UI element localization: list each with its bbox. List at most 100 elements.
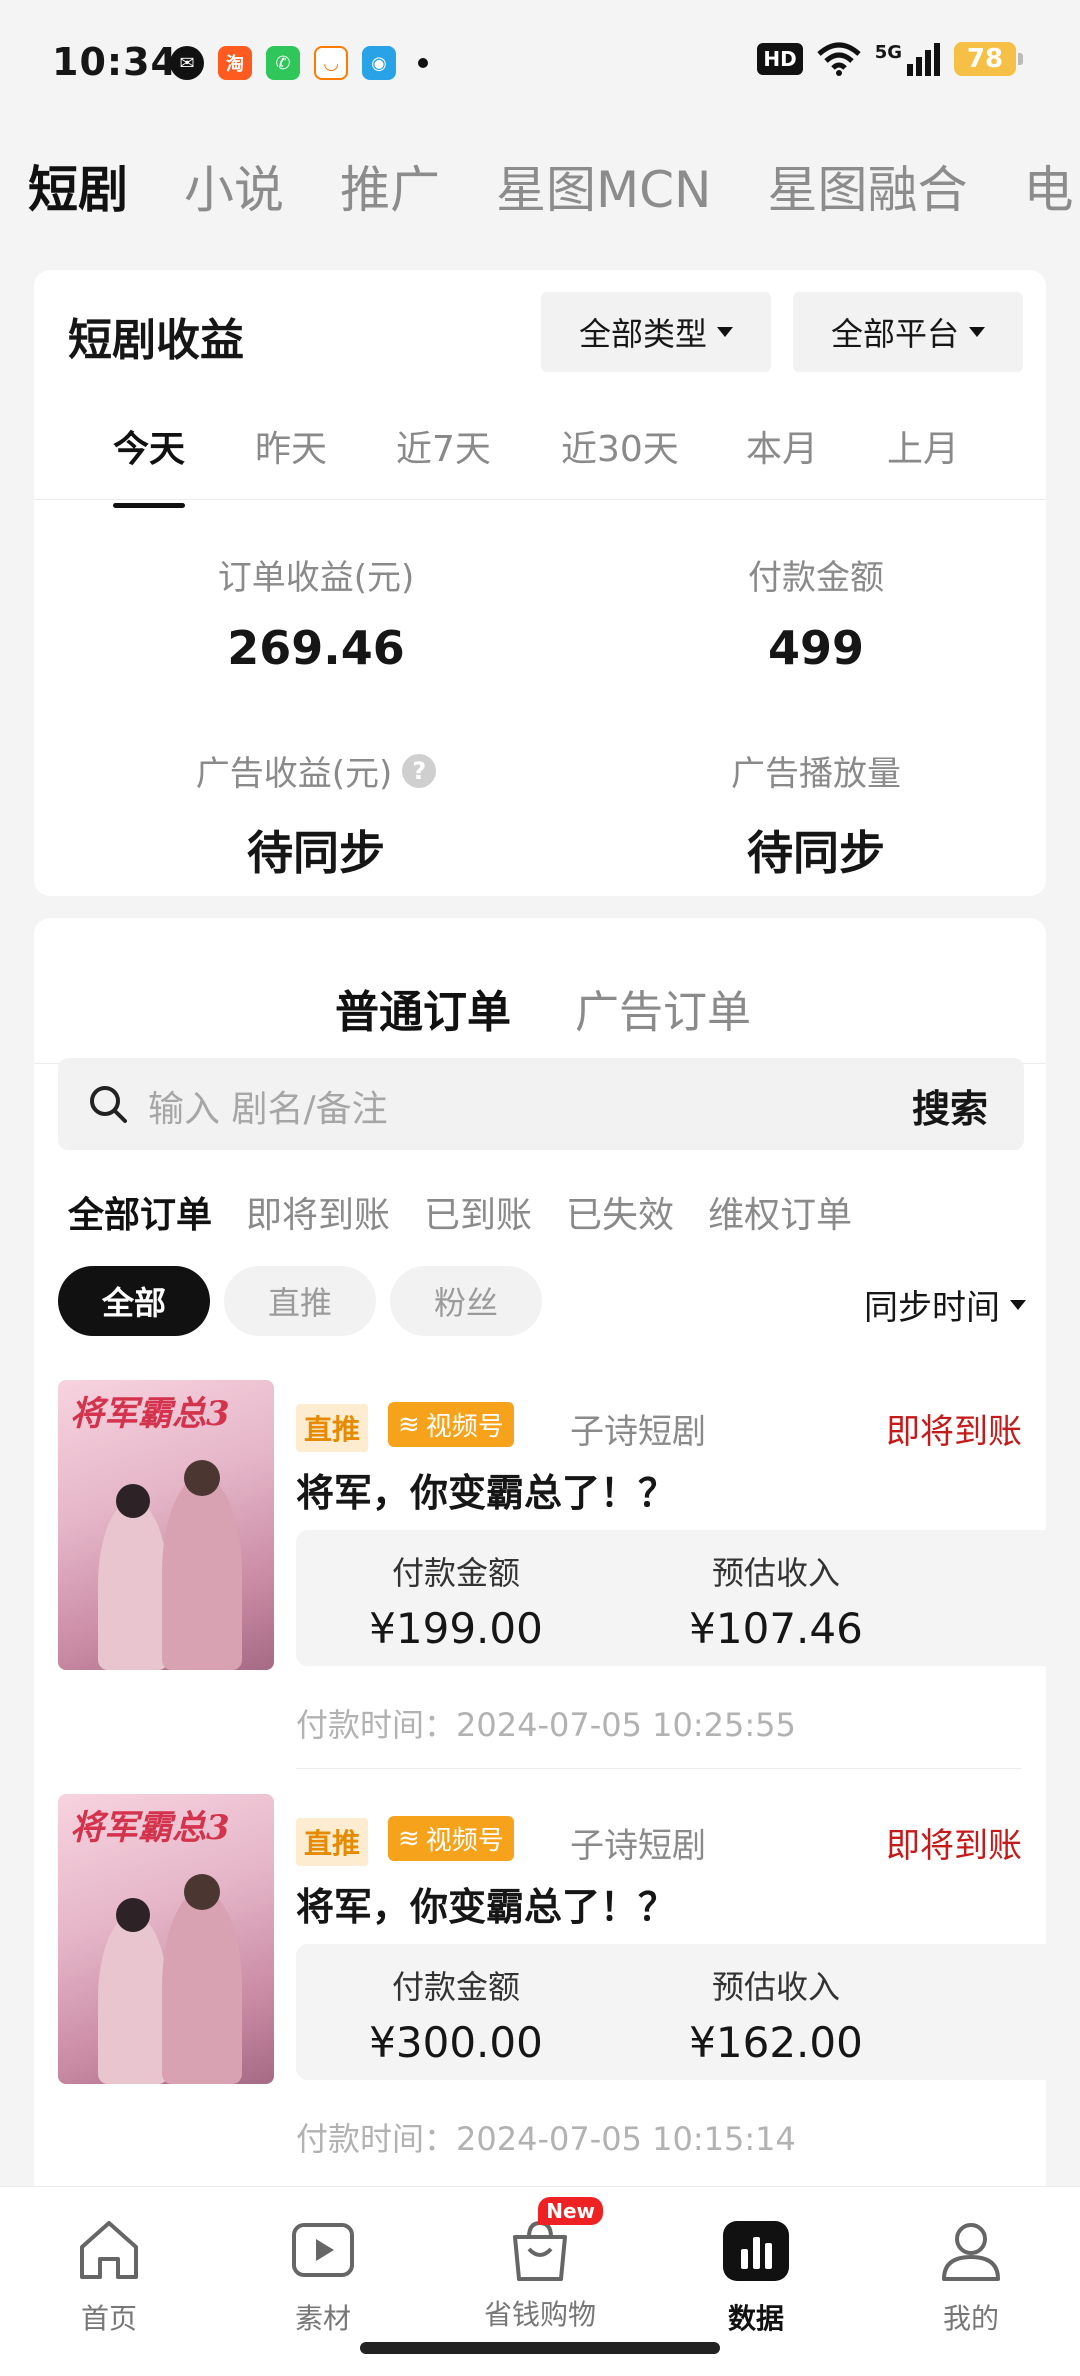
nav-home[interactable]: 首页	[34, 2215, 184, 2337]
order-state: 即将到账	[886, 1826, 1022, 1866]
tab-normal-orders[interactable]: 普通订单	[335, 976, 511, 1070]
search-icon	[90, 1086, 127, 1123]
order-income-stat: 订单收益(元) 269.46	[106, 550, 526, 675]
status-arrived[interactable]: 已到账	[424, 1186, 532, 1238]
video-channel-icon: ≋	[398, 1823, 420, 1854]
top-category-tabs: 短剧 小说 推广 星图MCN 星图融合 电	[28, 150, 1073, 222]
nav-home-label: 首页	[80, 2302, 137, 2335]
list-item[interactable]: 将军霸总3 直推 ≋ 视频号 子诗短剧 即将到账 将军，你变霸总了！？ 付款金额…	[58, 1380, 1046, 1790]
status-dispute[interactable]: 维权订单	[708, 1186, 852, 1238]
tab-promotion[interactable]: 推广	[340, 150, 440, 222]
nav-material[interactable]: 素材	[248, 2215, 398, 2337]
order-title: 将军，你变霸总了！？	[296, 1471, 677, 1515]
amount-box: 付款金额 ¥199.00 预估收入 ¥107.46	[296, 1530, 1046, 1666]
paid-amount-stat: 付款金额 499	[606, 550, 1026, 675]
status-time: 10:34	[52, 40, 178, 84]
orders-card: 普通订单 广告订单 输入 剧名/备注 搜索 全部订单 即将到账 已到账 已失效 …	[34, 918, 1046, 2198]
tab-more-truncated[interactable]: 电	[1023, 150, 1073, 222]
status-bar: 10:34 ✉ 淘 ✆ ◡ ◉ HD 5G 78	[0, 0, 1080, 130]
period-yesterday[interactable]: 昨天	[255, 420, 327, 472]
estimated-value: ¥162.00	[689, 2018, 863, 2067]
direct-badge: 直推	[296, 1404, 369, 1452]
platform-filter-label: 全部平台	[830, 315, 959, 353]
bar-chart-icon	[723, 2221, 789, 2281]
status-all-orders[interactable]: 全部订单	[68, 1186, 212, 1238]
search-bar: 输入 剧名/备注 搜索	[58, 1058, 1024, 1150]
system-status: HD 5G 78	[757, 41, 1023, 76]
order-title: 将军，你变霸总了！？	[296, 1885, 677, 1929]
drama-poster[interactable]: 将军霸总3	[58, 1794, 274, 2084]
network-type: 5G	[874, 41, 902, 63]
caret-down-icon	[717, 327, 733, 337]
list-item[interactable]: 将军霸总3 直推 ≋ 视频号 子诗短剧 即将到账 将军，你变霸总了！？ 付款金额…	[58, 1794, 1046, 2204]
battery-icon: 78	[954, 42, 1023, 76]
type-filter-label: 全部类型	[578, 315, 707, 353]
period-today[interactable]: 今天	[113, 420, 186, 508]
ad-income-label: 广告收益(元)	[195, 754, 393, 794]
nav-profile[interactable]: 我的	[896, 2215, 1046, 2337]
status-pending[interactable]: 即将到账	[246, 1186, 390, 1238]
ad-plays-label: 广告播放量	[731, 754, 901, 794]
period-last-month[interactable]: 上月	[887, 420, 959, 472]
wechat-icon: ✉	[170, 46, 204, 80]
channel-badge-label: 视频号	[425, 1412, 504, 1442]
drama-poster[interactable]: 将军霸总3	[58, 1380, 274, 1670]
paid-label: 付款金额	[391, 1554, 520, 1592]
home-icon	[80, 2221, 138, 2279]
nav-shopping[interactable]: New 省钱购物	[465, 2197, 615, 2333]
wifi-icon	[817, 42, 861, 76]
tab-short-drama[interactable]: 短剧	[28, 150, 128, 222]
paid-label: 付款金额	[391, 1968, 520, 2006]
help-icon[interactable]: ?	[402, 753, 437, 788]
home-indicator[interactable]	[360, 2342, 720, 2354]
type-filter-dropdown[interactable]: 全部类型	[541, 292, 771, 372]
paid-value: ¥199.00	[369, 1604, 543, 1653]
nav-profile-label: 我的	[942, 2302, 999, 2335]
period-30-days[interactable]: 近30天	[561, 420, 679, 472]
phone-icon: ✆	[266, 46, 300, 80]
notification-icons: ✉ 淘 ✆ ◡ ◉	[170, 46, 428, 80]
paid-value: ¥300.00	[369, 2018, 543, 2067]
nav-material-label: 素材	[294, 2302, 351, 2335]
tab-ad-orders[interactable]: 广告订单	[575, 976, 751, 1040]
chat-app-icon: ◉	[362, 46, 396, 80]
tab-xingtu-mcn[interactable]: 星图MCN	[496, 150, 711, 222]
earnings-title: 短剧收益	[68, 315, 244, 366]
tab-novel[interactable]: 小说	[184, 150, 284, 222]
caret-down-icon	[969, 327, 985, 337]
taobao-icon: 淘	[218, 46, 252, 80]
channel-badge: ≋ 视频号	[388, 1816, 514, 1861]
chip-all[interactable]: 全部	[58, 1266, 210, 1336]
ad-income-stat: 广告收益(元) ? 待同步	[106, 746, 526, 883]
paid-amount-value: 499	[767, 621, 865, 675]
tab-xingtu-fusion[interactable]: 星图融合	[767, 150, 967, 222]
amount-box: 付款金额 ¥300.00 预估收入 ¥162.00	[296, 1944, 1046, 2080]
nav-shopping-label: 省钱购物	[483, 2298, 596, 2331]
poster-title: 将军霸总3	[70, 1394, 230, 1434]
play-icon	[292, 2223, 354, 2277]
direct-badge: 直推	[296, 1818, 369, 1866]
platform-filter-dropdown[interactable]: 全部平台	[793, 292, 1023, 372]
period-this-month[interactable]: 本月	[746, 420, 818, 472]
period-tabs: 今天 昨天 近7天 近30天 本月 上月	[34, 420, 1046, 508]
more-notifications-icon	[418, 58, 428, 68]
status-expired[interactable]: 已失效	[566, 1186, 674, 1238]
vendor-name: 子诗短剧	[570, 1412, 706, 1452]
caret-down-icon	[1010, 1299, 1026, 1310]
estimated-label: 预估收入	[711, 1968, 840, 2006]
source-chips: 全部 直推 粉丝	[58, 1266, 542, 1336]
signal-icon	[907, 43, 940, 76]
search-input[interactable]: 输入 剧名/备注	[148, 1080, 388, 1132]
chip-direct[interactable]: 直推	[224, 1266, 376, 1336]
user-icon	[942, 2223, 1000, 2281]
payment-time: 付款时间：2024-07-05 10:15:14	[296, 2120, 796, 2158]
nav-data[interactable]: 数据	[681, 2215, 831, 2337]
divider	[296, 1768, 1022, 1769]
ad-plays-stat: 广告播放量 待同步	[606, 746, 1026, 883]
sort-dropdown[interactable]: 同步时间	[864, 1280, 1026, 1329]
chip-fans[interactable]: 粉丝	[390, 1266, 542, 1336]
search-button[interactable]: 搜索	[912, 1078, 988, 1133]
payment-time: 付款时间：2024-07-05 10:25:55	[296, 1706, 796, 1744]
paid-amount-label: 付款金额	[748, 558, 884, 598]
period-7-days[interactable]: 近7天	[396, 420, 491, 472]
